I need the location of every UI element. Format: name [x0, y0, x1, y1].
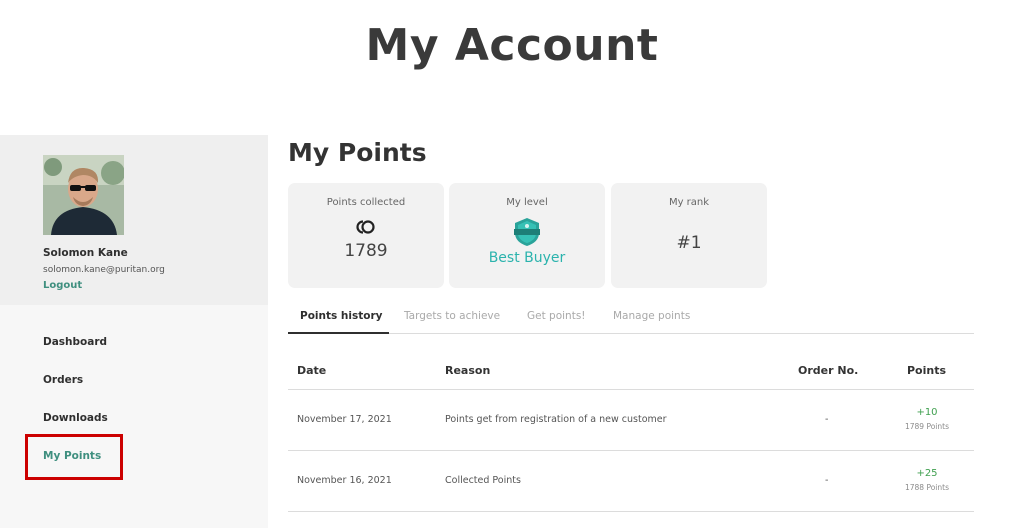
- row-reason: Collected Points: [445, 475, 521, 486]
- best-buyer-badge-icon: [514, 218, 540, 246]
- my-rank-label: My rank: [668, 197, 710, 208]
- row-order-no: -: [825, 475, 829, 486]
- row-points-delta: +10: [916, 407, 938, 418]
- points-collected-label: Points collected: [326, 197, 406, 208]
- points-collected-value: 1789: [344, 241, 388, 261]
- nav-orders[interactable]: Orders: [43, 374, 83, 386]
- profile-name: Solomon Kane: [43, 247, 128, 259]
- points-tabs: Points history Targets to achieve Get po…: [288, 306, 974, 334]
- logout-link[interactable]: Logout: [43, 280, 82, 291]
- row-points-total: 1789 Points: [904, 422, 949, 431]
- row-order-no: -: [825, 414, 829, 425]
- profile-panel: Solomon Kane solomon.kane@puritan.org Lo…: [0, 135, 268, 305]
- header-reason: Reason: [445, 364, 491, 377]
- profile-email: solomon.kane@puritan.org: [43, 265, 165, 275]
- avatar-photo: [43, 155, 124, 235]
- table-row: November 17, 2021 Points get from regist…: [288, 390, 974, 451]
- my-level-card: My level Best Buyer: [449, 183, 605, 288]
- row-reason: Points get from registration of a new cu…: [445, 414, 667, 425]
- nav-downloads[interactable]: Downloads: [43, 412, 108, 424]
- row-date: November 17, 2021: [297, 414, 392, 425]
- points-coin-icon: [356, 220, 375, 234]
- table-row: November 16, 2021 Collected Points - +25…: [288, 451, 974, 512]
- tab-manage-points[interactable]: Manage points: [613, 310, 690, 322]
- points-collected-card: Points collected 1789: [288, 183, 444, 288]
- row-points-total: 1788 Points: [904, 483, 949, 492]
- my-rank-card: My rank #1: [611, 183, 767, 288]
- my-level-value: Best Buyer: [488, 250, 566, 266]
- my-rank-value: #1: [676, 233, 702, 253]
- page-title: My Account: [365, 20, 659, 71]
- nav-highlight-box: [25, 434, 123, 480]
- my-level-label: My level: [506, 197, 548, 208]
- header-points: Points: [907, 364, 947, 377]
- tab-get-points[interactable]: Get points!: [527, 310, 586, 322]
- avatar: [43, 155, 124, 235]
- section-title: My Points: [288, 138, 427, 167]
- active-tab-indicator: [288, 332, 389, 334]
- header-date: Date: [297, 364, 327, 377]
- row-points-delta: +25: [916, 468, 938, 479]
- header-order-no: Order No.: [798, 364, 859, 377]
- tab-points-history[interactable]: Points history: [300, 310, 383, 322]
- account-sidebar: Solomon Kane solomon.kane@puritan.org Lo…: [0, 135, 268, 528]
- nav-dashboard[interactable]: Dashboard: [43, 336, 107, 348]
- table-header: Date Reason Order No. Points: [288, 352, 974, 390]
- tab-targets-to-achieve[interactable]: Targets to achieve: [404, 310, 500, 322]
- row-date: November 16, 2021: [297, 475, 392, 486]
